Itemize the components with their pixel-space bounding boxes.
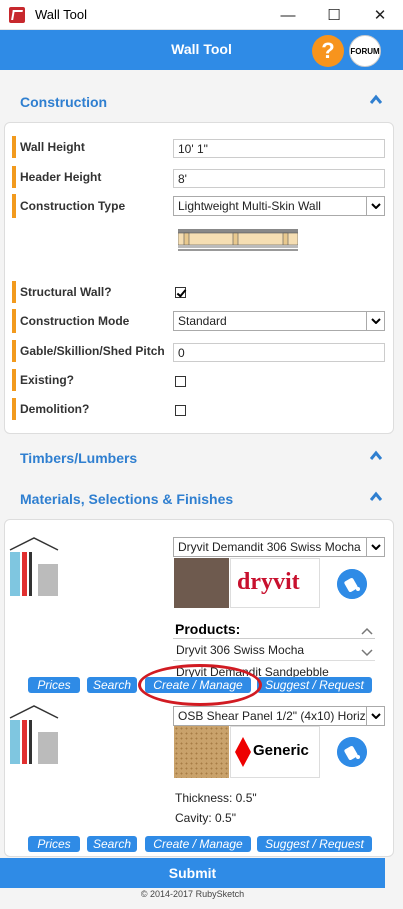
chevron-down-icon: [366, 197, 384, 215]
suggest-request-button[interactable]: Suggest / Request: [257, 677, 372, 693]
pitch-label: Gable/Skillion/Shed Pitch: [20, 344, 165, 358]
row-marker: [12, 309, 16, 333]
thickness-text: Thickness: 0.5": [175, 791, 257, 805]
material-select-2[interactable]: OSB Shear Panel 1/2" (4x10) Horizontal: [173, 706, 385, 726]
section-timbers-title[interactable]: Timbers/Lumbers: [20, 450, 137, 466]
window-titlebar: Wall Tool — ☐ ✕: [0, 0, 403, 30]
row-marker: [12, 398, 16, 420]
wall-layer-icon: [8, 704, 60, 766]
chevron-down-icon: [366, 538, 384, 556]
construction-mode-select[interactable]: Standard: [173, 311, 385, 331]
forum-button[interactable]: FORUM: [349, 35, 381, 67]
demolition-label: Demolition?: [20, 402, 90, 416]
paint-bucket-icon[interactable]: [337, 569, 367, 599]
products-title: Products:: [175, 621, 241, 637]
help-button[interactable]: ?: [312, 35, 344, 67]
search-button[interactable]: Search: [87, 677, 137, 693]
row-marker: [12, 194, 16, 218]
create-manage-button[interactable]: Create / Manage: [145, 836, 251, 852]
prices-button[interactable]: Prices: [28, 677, 80, 693]
dryvit-logo: dryvit: [230, 558, 320, 608]
material-select-2-value: OSB Shear Panel 1/2" (4x10) Horizontal: [178, 709, 385, 723]
header-height-input[interactable]: [173, 169, 385, 188]
highlight-ellipse: [138, 664, 262, 706]
search-button[interactable]: Search: [87, 836, 137, 852]
row-marker: [12, 369, 16, 391]
section-materials-title[interactable]: Materials, Selections & Finishes: [20, 491, 233, 507]
submit-button[interactable]: Submit: [0, 858, 385, 888]
demolition-checkbox[interactable]: [175, 405, 186, 416]
structural-wall-checkbox[interactable]: [175, 287, 186, 298]
sketchup-app-icon: [9, 6, 25, 23]
minimize-button[interactable]: —: [265, 0, 311, 30]
existing-label: Existing?: [20, 373, 75, 387]
dryvit-logo-text: dryvit: [237, 569, 300, 595]
wall-layer-icon: [8, 536, 60, 598]
suggest-request-button[interactable]: Suggest / Request: [257, 836, 372, 852]
construction-type-select[interactable]: Lightweight Multi-Skin Wall: [173, 196, 385, 216]
wall-height-input[interactable]: [173, 139, 385, 158]
maximize-button[interactable]: ☐: [311, 0, 357, 30]
prices-button[interactable]: Prices: [28, 836, 80, 852]
copyright-footer: © 2014-2017 RubySketch: [140, 889, 245, 899]
wall-height-label: Wall Height: [20, 140, 85, 154]
construction-mode-value: Standard: [178, 314, 227, 328]
diamond-icon: [235, 737, 251, 767]
product-list-scrollbar[interactable]: [359, 622, 375, 662]
chevron-up-icon[interactable]: [370, 491, 382, 503]
row-marker: [12, 340, 16, 362]
section-construction-title[interactable]: Construction: [20, 94, 107, 110]
construction-type-value: Lightweight Multi-Skin Wall: [178, 199, 321, 213]
material-swatch-1: [174, 558, 229, 608]
paint-bucket-icon[interactable]: [337, 737, 367, 767]
existing-checkbox[interactable]: [175, 376, 186, 387]
window-title: Wall Tool: [35, 7, 88, 22]
construction-mode-label: Construction Mode: [20, 314, 130, 328]
row-marker: [12, 166, 16, 188]
cavity-text: Cavity: 0.5": [175, 811, 236, 825]
window-controls: — ☐ ✕: [265, 0, 403, 30]
generic-logo: Generic: [230, 726, 320, 778]
row-marker: [12, 136, 16, 158]
structural-wall-label: Structural Wall?: [20, 285, 112, 299]
product-item[interactable]: Dryvit 306 Swiss Mocha: [173, 639, 375, 661]
chevron-down-icon: [366, 707, 384, 725]
generic-logo-text: Generic: [253, 742, 309, 759]
row-marker: [12, 281, 16, 303]
chevron-up-icon[interactable]: [370, 450, 382, 462]
chevron-down-icon: [366, 312, 384, 330]
construction-type-label: Construction Type: [20, 199, 126, 213]
pitch-input[interactable]: [173, 343, 385, 362]
close-button[interactable]: ✕: [357, 0, 403, 30]
wall-section-diagram-icon: [178, 229, 298, 251]
header-height-label: Header Height: [20, 170, 102, 184]
material-swatch-2: [174, 726, 229, 778]
material-select-1-value: Dryvit Demandit 306 Swiss Mocha: [178, 540, 361, 554]
chevron-up-icon[interactable]: [370, 94, 382, 106]
material-select-1[interactable]: Dryvit Demandit 306 Swiss Mocha: [173, 537, 385, 557]
